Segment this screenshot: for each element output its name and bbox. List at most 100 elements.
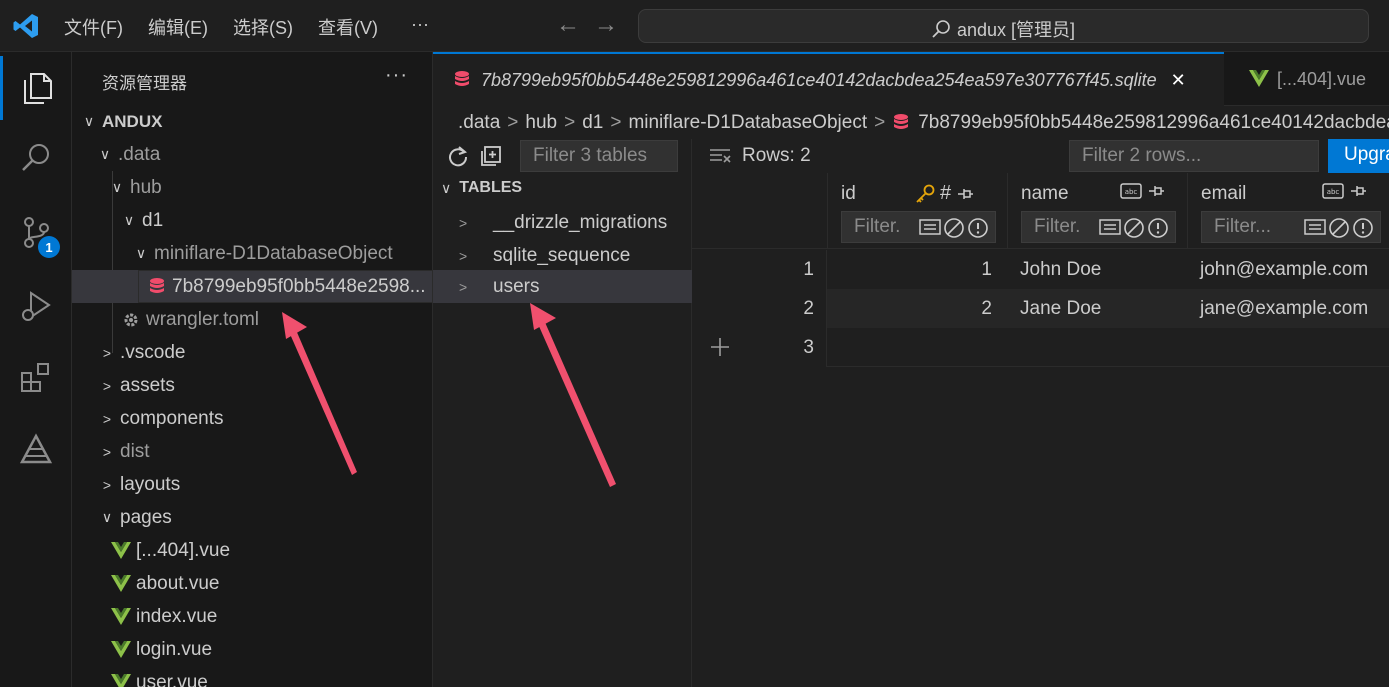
search-icon[interactable] [0,126,72,190]
tables-filter-input[interactable]: Filter 3 tables [520,140,678,172]
tree-folder-data[interactable]: ∨ .data [72,138,432,171]
tree-folder-dist[interactable]: > dist [72,435,432,468]
explorer-more-button[interactable]: ··· [385,64,408,87]
scm-badge: 1 [38,236,60,258]
alert-filter-icon[interactable] [967,217,989,239]
breadcrumb-item[interactable]: d1 [582,112,603,134]
column-name[interactable]: name abc Filter... [1007,173,1187,249]
column-name: id [841,183,856,204]
tree-root[interactable]: ∨ ANDUX [72,105,432,138]
column-id[interactable]: id # Filter... [827,173,1007,249]
cell-name[interactable]: John Doe [1020,250,1101,289]
upgrade-button[interactable]: Upgrade [1328,139,1389,173]
tree-folder-layouts[interactable]: > layouts [72,468,432,501]
table-item[interactable]: > sqlite_sequence [433,239,692,272]
tree-folder-hub[interactable]: ∨ hub [72,171,432,204]
command-center[interactable]: andux [管理员] [638,9,1369,43]
table-row[interactable]: 1 1 John Doe john@example.com [692,250,1389,289]
null-filter-icon[interactable] [1328,217,1350,239]
tree-file-404[interactable]: [...404].vue [72,534,432,567]
menu-file[interactable]: 文件(F) [64,14,123,40]
cell-name[interactable]: Jane Doe [1020,289,1101,328]
menu-edit[interactable]: 编辑(E) [148,14,208,40]
cell-email[interactable]: john@example.com [1200,250,1368,289]
new-row[interactable]: 3 [692,328,1389,367]
pin-icon[interactable] [1348,182,1368,200]
tab-sqlite[interactable]: 7b8799eb95f0bb5448e259812996a461ce40142d… [433,52,1224,106]
tree-file-wrangler[interactable]: wrangler.toml [72,303,432,336]
alert-filter-icon[interactable] [1352,217,1374,239]
chevron-right-icon: > [874,111,886,133]
text-type-icon: abc [1322,183,1344,199]
tree-file-login[interactable]: login.vue [72,633,432,666]
tree-folder-components[interactable]: > components [72,402,432,435]
selection-outline [138,270,432,303]
column-filter-placeholder: Filter... [854,216,902,237]
add-row-icon[interactable] [709,336,731,364]
source-control-icon[interactable]: 1 [0,200,72,264]
column-filter-input[interactable]: Filter... [1021,211,1176,243]
text-filter-icon[interactable] [1099,217,1121,237]
breadcrumb-item[interactable]: miniflare-D1DatabaseObject [628,112,867,134]
tables-heading[interactable]: ∨ TABLES [441,179,522,197]
refresh-icon[interactable] [447,145,469,173]
run-debug-icon[interactable] [0,274,72,338]
tab-404-vue[interactable]: [...404].vue [1229,52,1389,106]
pin-icon[interactable] [1146,182,1166,200]
menu-view[interactable]: 查看(V) [318,14,378,40]
tree-file-about[interactable]: about.vue [72,567,432,600]
breadcrumb-item[interactable]: .data [458,112,500,134]
command-center-label: andux [管理员] [957,20,1076,40]
tree-folder-miniflare[interactable]: ∨ miniflare-D1DatabaseObject [72,237,432,270]
tree-file-index[interactable]: index.vue [72,600,432,633]
chevron-down-icon: ∨ [135,245,147,261]
pin-icon[interactable] [955,185,975,203]
tree-file-sqlite[interactable]: 7b8799eb95f0bb5448e2598... [72,270,432,303]
tree-folder-vscode[interactable]: > .vscode [72,336,432,369]
tree-label: ANDUX [102,111,163,131]
cell-email[interactable]: jane@example.com [1200,289,1368,328]
tree-folder-assets[interactable]: > assets [72,369,432,402]
null-filter-icon[interactable] [1123,217,1145,239]
vue-icon [110,639,132,661]
breadcrumb-item[interactable]: hub [525,112,557,134]
tree-label: d1 [142,209,164,231]
tab-label: 7b8799eb95f0bb5448e259812996a461ce40142d… [481,69,1157,90]
menu-more[interactable]: ··· [411,14,429,35]
tree-folder-pages[interactable]: ∨ pages [72,501,432,534]
cell-id[interactable]: 2 [827,289,992,328]
tables-heading-label: TABLES [459,179,523,196]
table-row[interactable]: 2 2 Jane Doe jane@example.com [692,289,1389,328]
back-arrow-icon[interactable]: ← [556,12,580,38]
close-icon[interactable]: ✕ [1171,70,1186,91]
extensions-icon[interactable] [0,346,72,410]
tree-label: .vscode [120,341,186,363]
table-item[interactable]: > __drizzle_migrations [433,206,692,239]
data-grid: Rows: 2 Filter 2 rows... Upgrade id # Fi… [692,139,1389,687]
chevron-down-icon: ∨ [111,179,123,195]
extension-icon[interactable] [0,418,72,482]
tree-label: .data [118,143,161,165]
rows-filter-input[interactable]: Filter 2 rows... [1069,140,1319,172]
alert-filter-icon[interactable] [1147,217,1169,239]
text-filter-icon[interactable] [1304,217,1326,237]
chevron-right-icon: > [102,377,112,394]
chevron-right-icon: > [102,476,112,493]
rows-icon [710,149,731,163]
new-table-icon[interactable] [480,145,502,173]
column-email[interactable]: email abc Filter... [1187,173,1389,249]
column-filter-input[interactable]: Filter... [841,211,996,243]
column-filter-input[interactable]: Filter... [1201,211,1381,243]
tree-file-user[interactable]: user.vue [72,666,432,687]
null-filter-icon[interactable] [943,217,965,239]
cell-id[interactable]: 1 [827,250,992,289]
tree-folder-d1[interactable]: ∨ d1 [72,204,432,237]
svg-text:abc: abc [1125,188,1138,196]
text-filter-icon[interactable] [919,217,941,237]
vue-icon [110,573,132,595]
breadcrumb-item[interactable]: 7b8799eb95f0bb5448e259812996a461ce40142d… [918,112,1389,134]
table-item-users[interactable]: > users [433,270,692,303]
menu-selection[interactable]: 选择(S) [233,14,293,40]
forward-arrow-icon[interactable]: → [594,12,618,38]
explorer-icon[interactable] [0,56,72,120]
